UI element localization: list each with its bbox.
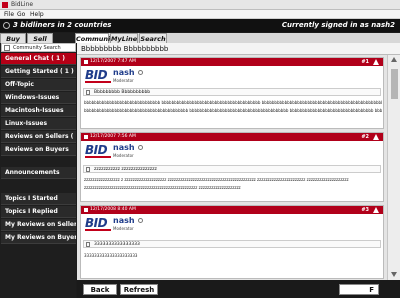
globe-icon — [3, 22, 10, 29]
post: 12/17/2007 7:56 AM #2 BID nash Moderator… — [80, 132, 384, 202]
topic-title-bar: Bbbbbbbbb Bbbbbbbbbb — [77, 43, 400, 55]
status-header: 3 bidliners in 2 countries Currently sig… — [0, 19, 400, 32]
author-name[interactable]: nash — [113, 143, 135, 153]
post-icon — [84, 135, 88, 139]
bid-logo: BID — [85, 68, 111, 84]
post-header: 12/17/2007 7:47 AM #1 — [81, 58, 383, 66]
posts-list: 12/17/2007 7:47 AM #1 BID nash Moderator… — [77, 55, 387, 280]
post-subject-text: zzzzzzzzzzz zzzzzzzzzzzzzzz — [94, 167, 157, 172]
bottom-toolbar: Back Refresh F — [77, 280, 400, 298]
post-subject: zzzzzzzzzzz zzzzzzzzzzzzzzz — [83, 165, 381, 173]
post-number: #2 — [361, 134, 369, 140]
post-body-line: zzzzzzzzzzzzzzzzz z zzzzzzzzzzzzzzzzzzzz… — [84, 177, 349, 182]
post-header: 12/17/2007 7:56 AM #2 — [81, 133, 383, 141]
author-block: BID nash Moderator — [85, 68, 165, 86]
menu-help[interactable]: Help — [30, 10, 44, 19]
post-subject-text: 3333333333333333 — [94, 242, 140, 247]
report-icon[interactable] — [373, 207, 379, 213]
scroll-down-icon[interactable] — [391, 272, 397, 277]
sidebar: Buy Sell Community Search Mode General C… — [0, 33, 76, 298]
window-title: BidLine — [11, 1, 34, 8]
menu-file[interactable]: File — [4, 10, 14, 19]
main-tabs: Community MyLine Search — [75, 33, 400, 43]
document-icon — [86, 90, 90, 95]
author-role: Moderator — [113, 226, 134, 231]
signed-in-status: Currently signed in as nash2 — [281, 21, 395, 29]
post-body-line: zzzzzzzzzzzzzzzzzzzzzzzzzzzzzzzzzzzzzzzz… — [84, 185, 241, 190]
sidebar-item-topics-i-started[interactable]: Topics I Started — [1, 193, 76, 205]
search-mode-checkbox[interactable] — [4, 45, 10, 51]
topic-title: Bbbbbbbbb Bbbbbbbbbb — [81, 45, 169, 53]
tab-search[interactable]: Search — [139, 33, 167, 43]
post-subject: 3333333333333333 — [83, 240, 381, 248]
scroll-thumb[interactable] — [391, 69, 398, 99]
sidebar-item-announcements[interactable]: Announcements — [1, 167, 76, 179]
posts-scrollbar[interactable] — [387, 55, 400, 280]
post-number: #1 — [361, 59, 369, 65]
tab-buy[interactable]: Buy — [0, 33, 26, 43]
community-search-mode[interactable]: Community Search Mode — [1, 43, 76, 59]
sidebar-item-general-chat[interactable]: General Chat ( 1 ) — [1, 53, 76, 65]
sidebar-item-my-reviews-on-sellers[interactable]: My Reviews on Sellers — [1, 219, 76, 231]
post: 12/17/2007 7:47 AM #1 BID nash Moderator… — [80, 57, 384, 129]
menu-go[interactable]: Go — [17, 10, 25, 19]
sidebar-item-getting-started[interactable]: Getting Started ( 1 ) — [1, 66, 76, 78]
sidebar-tabs: Buy Sell — [0, 33, 76, 43]
main-panel: Community MyLine Search Bbbbbbbbb Bbbbbb… — [75, 33, 400, 298]
post-timestamp: 12/17/2008 8:40 AM — [90, 207, 136, 212]
author-role: Moderator — [113, 153, 134, 158]
sidebar-item-reviews-on-sellers[interactable]: Reviews on Sellers ( ... — [1, 131, 76, 143]
author-name[interactable]: nash — [113, 216, 135, 226]
author-block: BID nash Moderator — [85, 143, 165, 161]
report-icon[interactable] — [373, 59, 379, 65]
report-icon[interactable] — [373, 134, 379, 140]
scroll-up-icon[interactable] — [391, 57, 397, 62]
author-role: Moderator — [113, 78, 134, 83]
tab-community[interactable]: Community — [75, 33, 118, 43]
bid-logo: BID — [85, 216, 111, 232]
post-timestamp: 12/17/2007 7:56 AM — [90, 134, 136, 139]
bidliners-count: 3 bidliners in 2 countries — [13, 21, 112, 29]
status-icon — [138, 145, 143, 150]
post-subject: Bbbbbbbbb Bbbbbbbbbb — [83, 88, 381, 96]
author-name[interactable]: nash — [113, 68, 135, 78]
refresh-button[interactable]: Refresh — [120, 284, 158, 295]
bid-logo: BID — [85, 143, 111, 159]
post-icon — [84, 208, 88, 212]
back-button[interactable]: Back — [83, 284, 117, 295]
sidebar-item-topics-i-replied[interactable]: Topics I Replied — [1, 206, 76, 218]
title-bar: BidLine — [0, 0, 400, 10]
app-window: BidLine File Go Help 3 bidliners in 2 co… — [0, 0, 400, 298]
document-icon — [86, 242, 90, 247]
post-icon — [84, 60, 88, 64]
tab-myline[interactable]: MyLine — [110, 33, 138, 43]
status-icon — [138, 70, 143, 75]
post-header: 12/17/2008 8:40 AM #3 — [81, 206, 383, 214]
post-timestamp: 12/17/2007 7:47 AM — [90, 59, 136, 64]
post-body-line: 333333333333333333333 — [84, 253, 138, 258]
sidebar-item-windows-issues[interactable]: Windows-Issues — [1, 92, 76, 104]
document-icon — [86, 167, 90, 172]
post: 12/17/2008 8:40 AM #3 BID nash Moderator… — [80, 205, 384, 279]
tab-sell[interactable]: Sell — [27, 33, 53, 43]
post-body-line: bbbbbbbbbbbbbbbbbbbbbbbbbbbbbb bbbbbbbbb… — [84, 100, 382, 105]
sidebar-item-linux-issues[interactable]: Linux-Issues — [1, 118, 76, 130]
post-body-line: bbbbbbbbbbbbbbbbbbbbbbbbbbbbbbbbbbbbbbbb… — [84, 108, 382, 113]
sidebar-item-off-topic[interactable]: Off-Topic — [1, 79, 76, 91]
forward-button[interactable]: F — [339, 284, 379, 295]
status-icon — [138, 218, 143, 223]
post-number: #3 — [361, 207, 369, 213]
sidebar-item-macintosh-issues[interactable]: Macintosh-Issues — [1, 105, 76, 117]
author-block: BID nash Moderator — [85, 216, 165, 234]
menu-bar: File Go Help — [0, 10, 400, 19]
app-icon — [2, 2, 8, 8]
sidebar-item-reviews-on-buyers[interactable]: Reviews on Buyers — [1, 144, 76, 156]
sidebar-item-my-reviews-on-buyers[interactable]: My Reviews on Buyers — [1, 232, 76, 244]
post-subject-text: Bbbbbbbbb Bbbbbbbbbb — [94, 90, 151, 95]
